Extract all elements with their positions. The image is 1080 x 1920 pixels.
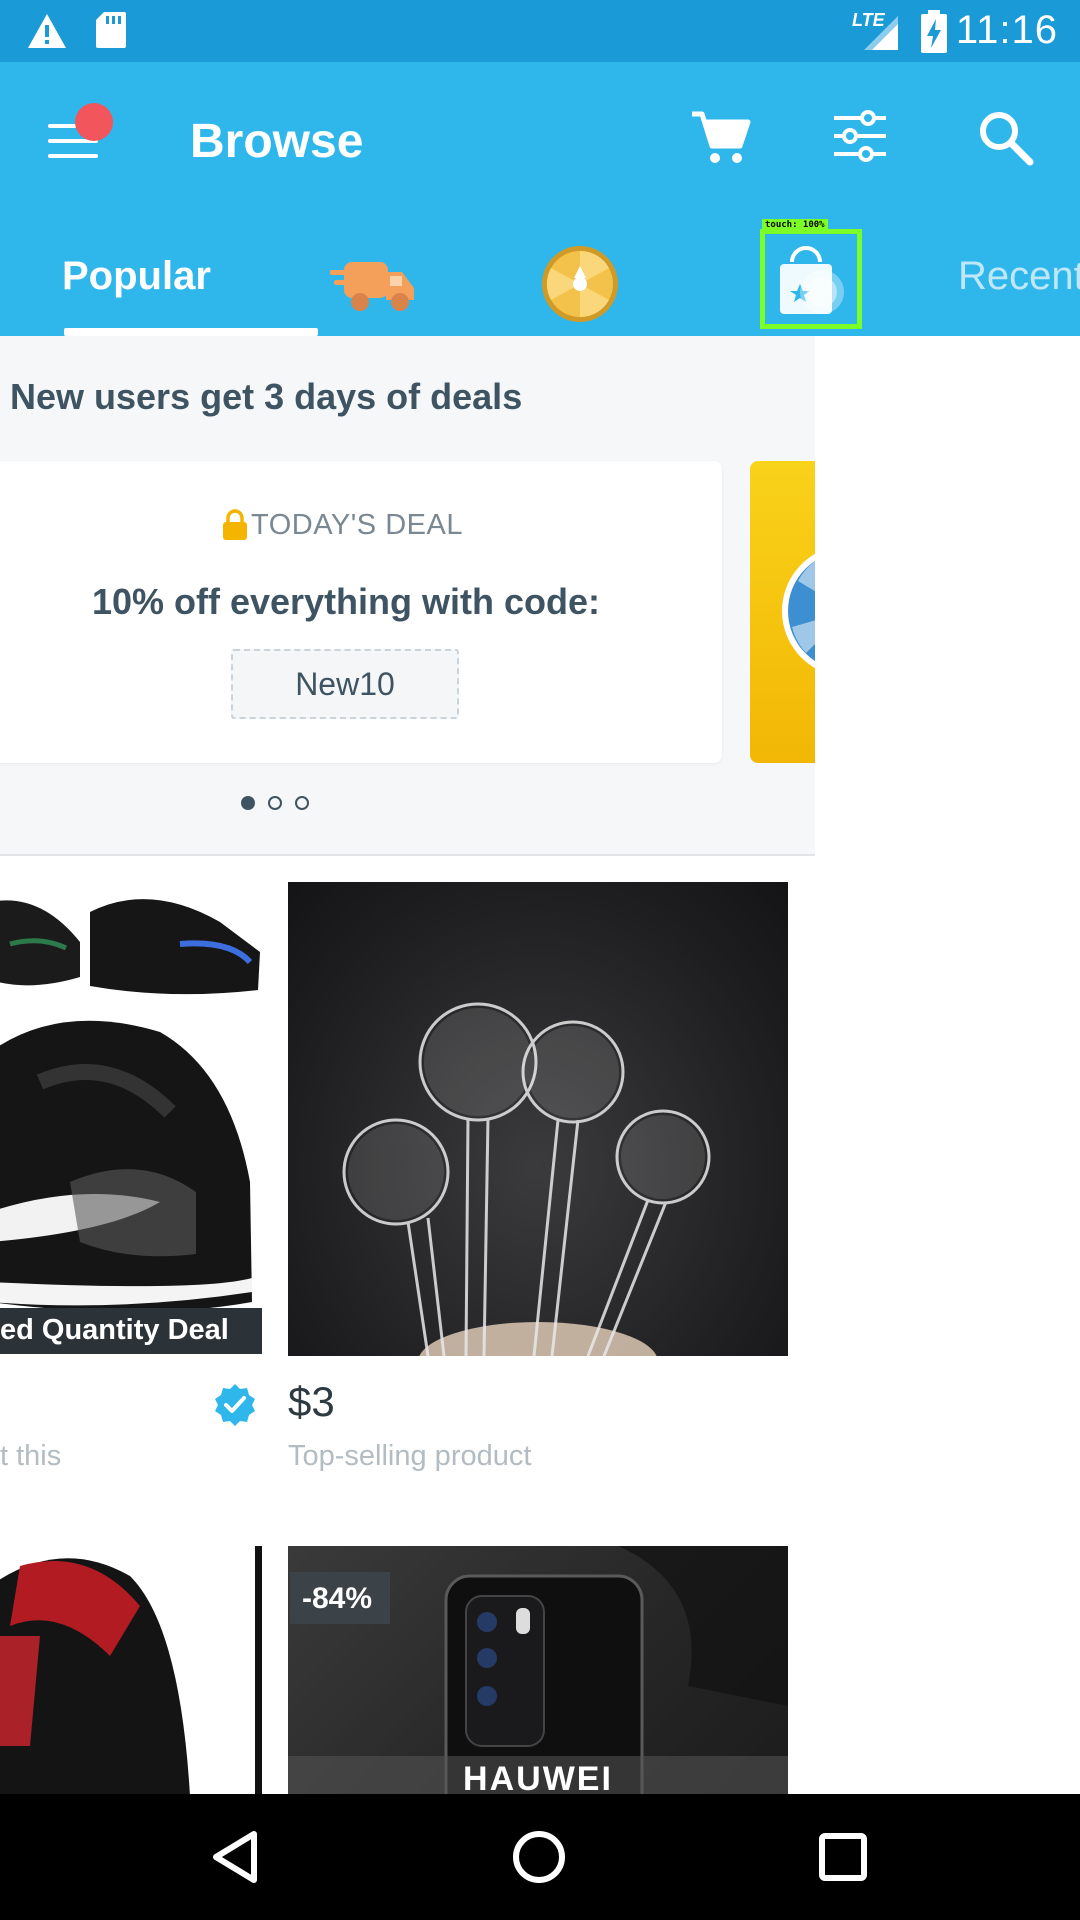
notification-dot (75, 103, 113, 141)
back-triangle-icon (213, 1831, 257, 1883)
deal-description: 10% off everything with code: (91, 581, 601, 622)
carousel-dot-2[interactable] (268, 796, 282, 810)
touch-indicator-label: touch: 100% (762, 219, 828, 231)
product-card-glass[interactable]: $3 Top-selling product (288, 882, 788, 1472)
discount-badge-text: -84% (302, 1582, 373, 1615)
recents-square-icon (819, 1833, 867, 1881)
product-card-shoes[interactable]: ed Quantity Deal t this (0, 882, 262, 1472)
search-button[interactable] (976, 108, 1036, 168)
product-image-hoodie (0, 1546, 262, 1794)
deal-card[interactable]: TODAY'S DEAL 10% off everything with cod… (0, 461, 722, 763)
product-image-glass (288, 882, 788, 1356)
clock: 11:16 (955, 8, 1058, 52)
next-deal-card[interactable] (750, 461, 815, 763)
product-brand-text: HAUWEI (463, 1760, 613, 1794)
product-deal-banner: ed Quantity Deal (0, 1308, 262, 1354)
tab-recent[interactable]: Recent (940, 242, 1080, 336)
sneaker-image (0, 899, 260, 1312)
product-deal-banner-text: ed Quantity Deal (0, 1314, 229, 1346)
product-image-shoes (0, 882, 262, 1354)
spin-wheel-icon (542, 246, 618, 322)
search-icon (980, 112, 1034, 166)
deals-section: New users get 3 days of deals TODAY'S DE… (0, 336, 815, 856)
filter-button[interactable] (830, 104, 890, 168)
menu-button[interactable] (40, 102, 113, 172)
sd-card-icon (96, 12, 126, 48)
tab-popular-label: Popular (62, 254, 211, 298)
recents-button[interactable] (810, 1824, 876, 1890)
signal-icon (864, 16, 898, 50)
product-subtext: Top-selling product (288, 1440, 532, 1472)
navigation-bar (0, 1794, 1080, 1920)
tab-recent-label: Recent (958, 254, 1080, 298)
prize-wheel-icon (782, 553, 815, 669)
warning-icon (28, 14, 66, 48)
selected-tab-indicator (64, 328, 318, 336)
browse-content: New users get 3 days of deals TODAY'S DE… (0, 336, 815, 1794)
product-price: $3 (288, 1378, 335, 1425)
promo-code-box[interactable]: New10 (231, 649, 459, 719)
battery-charging-icon (921, 10, 947, 53)
back-button[interactable] (204, 1824, 270, 1890)
tab-delivery[interactable] (318, 242, 428, 336)
app-header: Browse Popular Recent (0, 62, 1080, 336)
page-title: Browse (190, 115, 364, 168)
delivery-truck-icon (330, 262, 414, 311)
cart-icon (692, 111, 751, 163)
tab-popular[interactable]: Popular (40, 242, 300, 336)
carousel-dot-1[interactable] (241, 796, 255, 810)
product-subtext: t this (0, 1440, 62, 1472)
verified-badge-icon (215, 1384, 255, 1426)
status-bar: LTE 11:16 (0, 0, 1080, 62)
deal-kicker: TODAY'S DEAL (251, 509, 463, 541)
product-card-hoodie[interactable] (0, 1546, 262, 1794)
product-card-phone[interactable]: -84% HAUWEI (288, 1546, 788, 1794)
cart-button[interactable] (688, 104, 754, 170)
home-button[interactable] (506, 1824, 572, 1890)
glass-pipes-image (342, 1002, 711, 1356)
sliders-icon (834, 110, 886, 162)
touch-indicator-box (760, 229, 862, 329)
home-circle-icon (513, 1831, 565, 1883)
tab-spin[interactable] (530, 234, 630, 334)
deals-heading: New users get 3 days of deals (10, 376, 523, 417)
carousel-dot-3[interactable] (295, 796, 309, 810)
discount-badge: -84% (290, 1572, 390, 1624)
hoodie-image (0, 1546, 262, 1794)
